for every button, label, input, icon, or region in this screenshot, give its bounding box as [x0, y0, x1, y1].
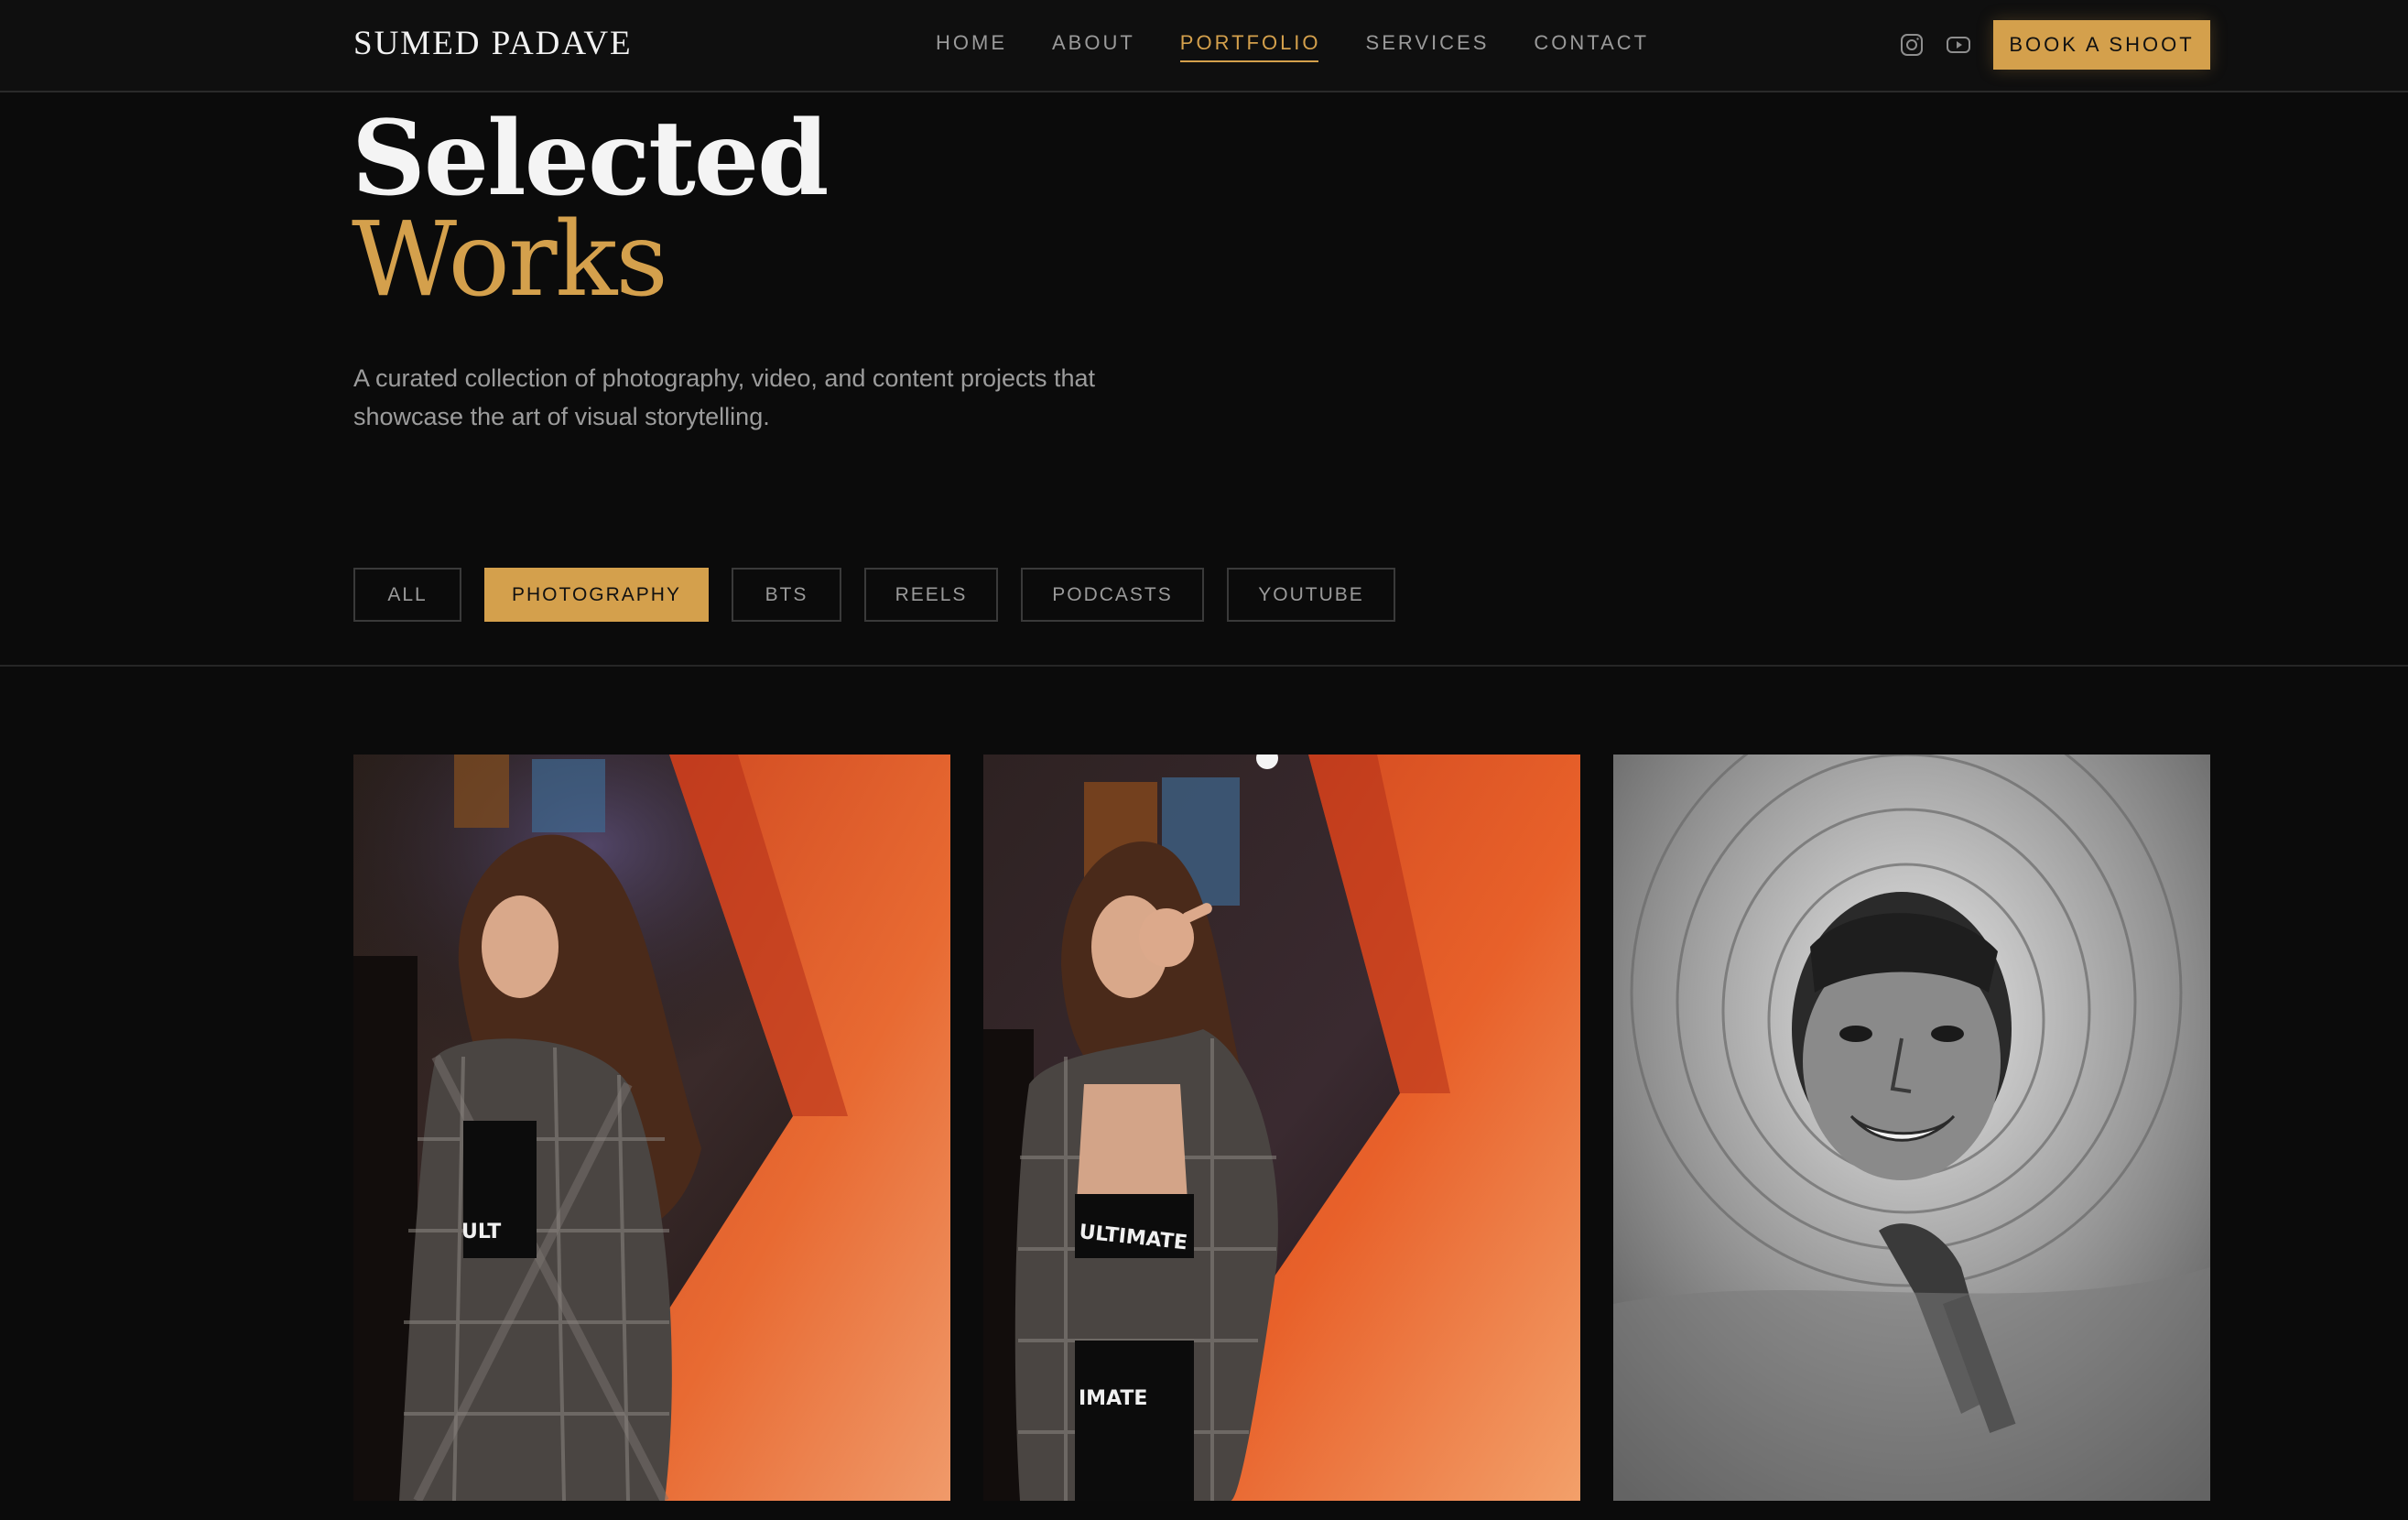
book-a-shoot-button[interactable]: BOOK A SHOOT	[1993, 20, 2210, 70]
portrait-photo: ULTIMATE IMATE	[983, 755, 1580, 1501]
portrait-photo: ULT	[353, 755, 950, 1501]
filter-podcasts[interactable]: PODCASTS	[1021, 568, 1204, 622]
gallery-item[interactable]	[1613, 755, 2210, 1501]
portrait-photo	[1613, 755, 2210, 1501]
site-header: SUMED PADAVE HOME ABOUT PORTFOLIO SERVIC…	[0, 0, 2408, 92]
portfolio-filters: ALL PHOTOGRAPHY BTS REELS PODCASTS YOUTU…	[353, 568, 1418, 622]
page-title-line1: Selected	[352, 99, 829, 219]
gallery-item[interactable]: ULT	[353, 755, 950, 1501]
main-nav: HOME ABOUT PORTFOLIO SERVICES CONTACT	[936, 31, 1694, 62]
nav-item-services[interactable]: SERVICES	[1366, 31, 1490, 62]
nav-item-portfolio[interactable]: PORTFOLIO	[1179, 31, 1321, 62]
filter-youtube[interactable]: YOUTUBE	[1227, 568, 1395, 622]
page-subtitle: A curated collection of photography, vid…	[353, 364, 1096, 430]
filter-photography[interactable]: PHOTOGRAPHY	[484, 568, 709, 622]
section-divider	[0, 665, 2408, 667]
instagram-icon[interactable]	[1898, 31, 1925, 59]
site-logo[interactable]: SUMED PADAVE	[353, 24, 633, 63]
nav-item-home[interactable]: HOME	[936, 31, 1007, 62]
filter-reels[interactable]: REELS	[864, 568, 998, 622]
shorts-print-text: IMATE	[1079, 1387, 1147, 1410]
filter-all[interactable]: ALL	[353, 568, 461, 622]
nav-item-contact[interactable]: CONTACT	[1534, 31, 1649, 62]
youtube-icon[interactable]	[1945, 31, 1972, 59]
gallery-item[interactable]: ULTIMATE IMATE	[983, 755, 1580, 1501]
nav-item-about[interactable]: ABOUT	[1052, 31, 1135, 62]
page-title-line2: Works	[352, 201, 668, 320]
filter-bts[interactable]: BTS	[732, 568, 841, 622]
shirt-print-text: ULT	[461, 1221, 501, 1243]
